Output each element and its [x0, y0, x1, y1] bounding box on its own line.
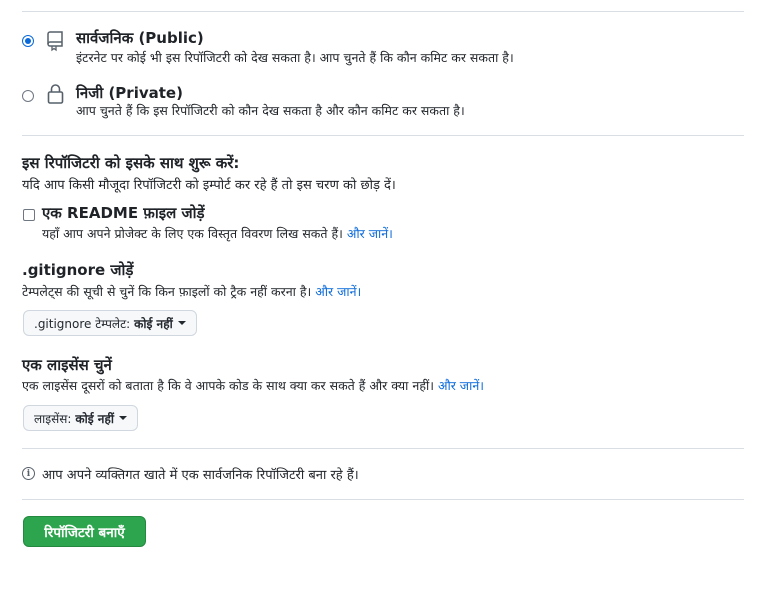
visibility-divider: [22, 135, 744, 136]
private-description: आप चुनते हैं कि इस रिपॉजिटरी को कौन देख …: [76, 103, 465, 118]
readme-label[interactable]: एक README फ़ाइल जोड़ें: [42, 203, 205, 223]
gitignore-title: .gitignore जोड़ें: [22, 261, 134, 279]
lock-icon: [47, 84, 64, 104]
license-description-text: एक लाइसेंस दूसरों को बताता है कि वे आपके…: [22, 378, 434, 393]
private-radio[interactable]: [22, 90, 34, 102]
gitignore-select-value: कोई नहीं: [134, 316, 173, 331]
gitignore-learn-more-link[interactable]: और जानें।: [315, 284, 361, 299]
readme-description: यहाँ आप अपने प्रोजेक्ट के लिए एक विस्तृत…: [42, 225, 393, 242]
create-repository-button[interactable]: रिपॉजिटरी बनाएँ: [23, 516, 146, 547]
gitignore-select-label: .gitignore टेम्पलेट:: [34, 316, 131, 331]
caret-down-icon: [177, 321, 186, 325]
gitignore-description-text: टेम्पलेट्स की सूची से चुनें कि किन फ़ाइल…: [22, 284, 312, 299]
init-title: इस रिपॉजिटरी को इसके साथ शुरू करें:: [22, 154, 240, 172]
public-title: सार्वजनिक (Public): [76, 29, 204, 47]
caret-down-icon: [118, 416, 127, 420]
gitignore-template-select[interactable]: .gitignore टेम्पलेट: कोई नहीं: [23, 310, 197, 336]
visibility-notice: आप अपने व्यक्तिगत खाते में एक सार्वजनिक …: [42, 468, 359, 483]
repo-icon: [47, 31, 63, 52]
top-divider: [22, 11, 744, 12]
license-divider: [22, 448, 744, 449]
private-title: निजी (Private): [76, 84, 183, 102]
info-icon: i: [22, 467, 35, 480]
gitignore-description: टेम्पलेट्स की सूची से चुनें कि किन फ़ाइल…: [22, 283, 361, 300]
init-description: यदि आप किसी मौजूदा रिपॉजिटरी को इम्पोर्ट…: [22, 178, 396, 193]
readme-learn-more-link[interactable]: और जानें।: [347, 226, 393, 241]
public-radio[interactable]: [22, 35, 34, 47]
public-description: इंटरनेट पर कोई भी इस रिपॉजिटरी को देख सक…: [76, 50, 514, 65]
license-select-value: कोई नहीं: [75, 411, 114, 426]
license-learn-more-link[interactable]: और जानें।: [438, 378, 484, 393]
license-title: एक लाइसेंस चुनें: [22, 356, 112, 374]
license-select-label: लाइसेंस:: [34, 411, 72, 426]
notice-divider: [22, 499, 744, 500]
readme-description-text: यहाँ आप अपने प्रोजेक्ट के लिए एक विस्तृत…: [42, 226, 343, 241]
license-select[interactable]: लाइसेंस: कोई नहीं: [23, 405, 138, 431]
readme-checkbox[interactable]: [23, 209, 35, 221]
license-description: एक लाइसेंस दूसरों को बताता है कि वे आपके…: [22, 377, 484, 394]
